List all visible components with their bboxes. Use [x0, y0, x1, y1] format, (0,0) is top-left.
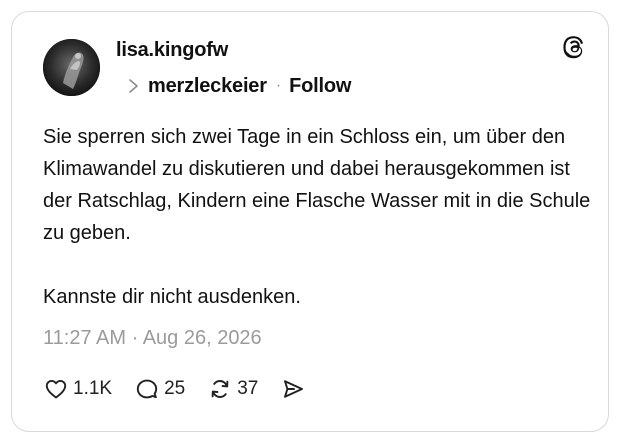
reply-count: 25 [164, 378, 186, 399]
like-button[interactable]: 1.1K [43, 376, 112, 402]
comment-bubble-icon [136, 379, 158, 399]
action-bar: 1.1K 25 37 [43, 374, 328, 404]
share-button[interactable] [280, 376, 306, 402]
avatar-image [43, 39, 100, 96]
follow-button[interactable]: Follow [289, 75, 351, 98]
like-count: 1.1K [73, 378, 113, 399]
threads-logo-icon[interactable] [561, 34, 587, 60]
post-card: lisa.kingofw merzleckeier · Follow Sie s… [11, 11, 609, 432]
post-paragraph: Sie sperren sich zwei Tage in ein Schlos… [43, 126, 591, 244]
heart-icon [45, 379, 67, 399]
separator-dot: · [275, 77, 282, 94]
post-body: Sie sperren sich zwei Tage in ein Schlos… [43, 121, 603, 313]
avatar[interactable] [43, 39, 100, 96]
repost-button[interactable]: 37 [207, 376, 258, 402]
repost-icon [211, 380, 229, 398]
reply-button[interactable]: 25 [134, 376, 185, 402]
send-icon [284, 380, 304, 398]
author-username[interactable]: lisa.kingofw [116, 39, 228, 62]
post-timestamp[interactable]: 11:27 AM · Aug 26, 2026 [43, 327, 262, 350]
reply-to-username[interactable]: merzleckeier [148, 75, 267, 98]
repost-count: 37 [237, 378, 259, 399]
chevron-right-icon [129, 79, 138, 93]
post-paragraph: Kannste dir nicht ausdenken. [43, 286, 301, 308]
reply-context: merzleckeier · Follow [126, 73, 351, 99]
